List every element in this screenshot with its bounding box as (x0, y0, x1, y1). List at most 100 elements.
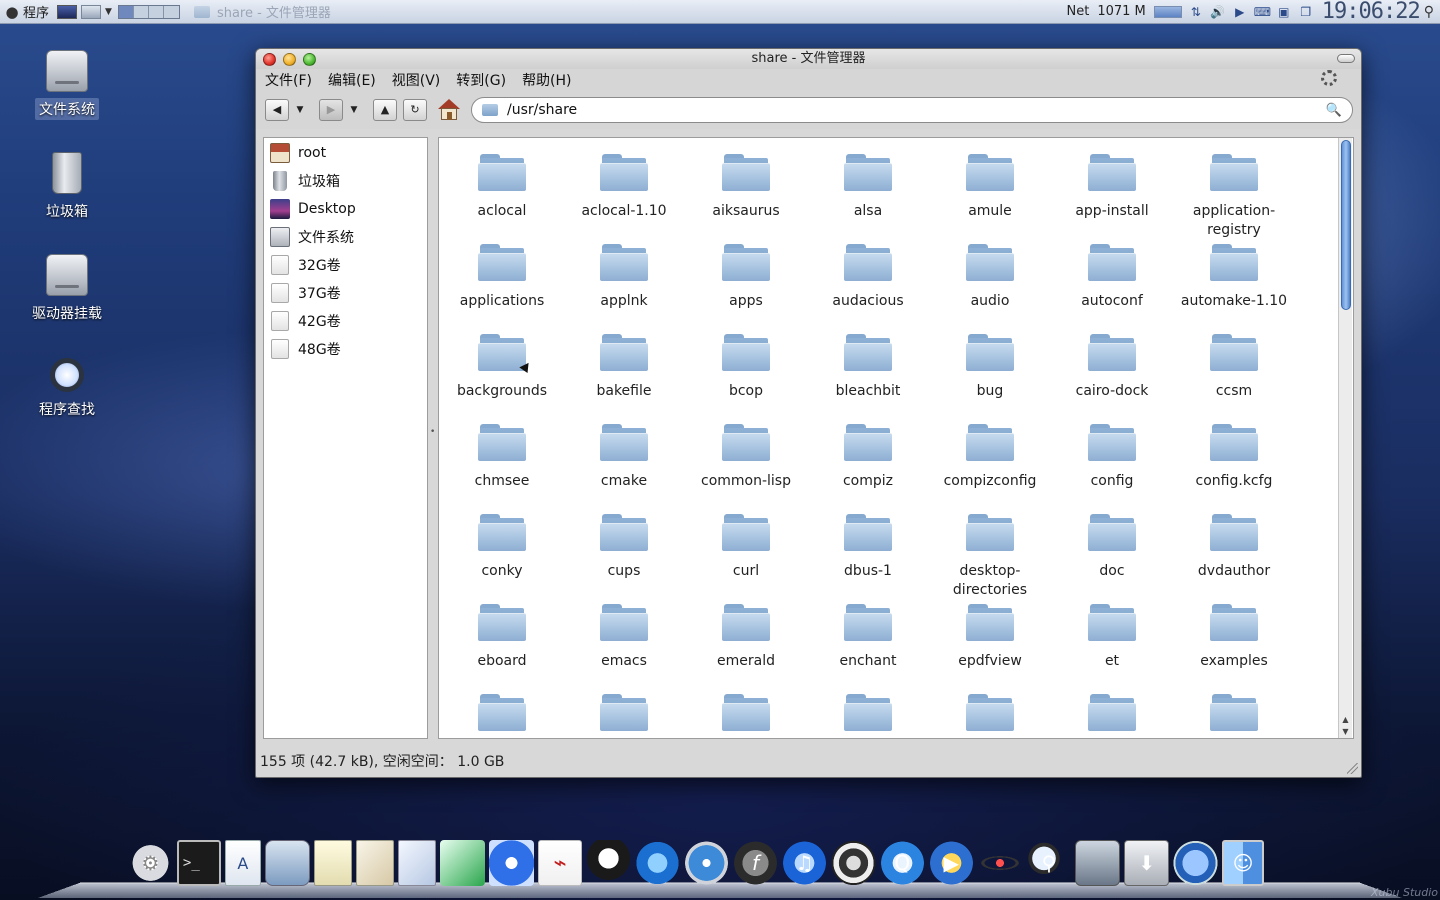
folder-item[interactable]: autoconf (1051, 240, 1173, 330)
menu-help[interactable]: 帮助(H) (522, 70, 571, 90)
sidebar-item[interactable]: 42G卷 (264, 307, 427, 335)
scroll-down-arrow[interactable]: ▼ (1339, 727, 1352, 736)
folder-item[interactable]: emerald (685, 600, 807, 690)
folder-item[interactable]: common-lisp (685, 420, 807, 510)
ie-icon[interactable] (635, 840, 681, 886)
forward-button[interactable]: ▶ (319, 99, 343, 121)
folder-item[interactable]: config.kcfg (1173, 420, 1295, 510)
workspace-2[interactable] (133, 5, 149, 18)
ipod-icon[interactable] (830, 840, 876, 886)
folder-item[interactable]: eboard (441, 600, 563, 690)
search-icon[interactable]: ⚲ (1424, 4, 1434, 20)
folder-item[interactable]: application- registry (1173, 150, 1295, 240)
globe-icon[interactable] (1173, 840, 1219, 886)
windows-icon[interactable]: ❐ (1298, 5, 1314, 19)
pane-splitter[interactable] (428, 137, 438, 739)
minimize-button[interactable] (283, 53, 296, 66)
resize-grip-icon[interactable] (1347, 763, 1358, 774)
desktop-icon-trash[interactable]: 垃圾箱 (12, 152, 122, 222)
location-path[interactable]: /usr/share (507, 102, 1326, 118)
play-icon[interactable]: ▶ (1232, 5, 1248, 19)
folder-item[interactable]: compizconfig (929, 420, 1051, 510)
folder-item[interactable] (1051, 690, 1173, 738)
menu-go[interactable]: 转到(G) (456, 70, 506, 90)
folder-item[interactable]: aiksaurus (685, 150, 807, 240)
sidebar-item[interactable]: 文件系统 (264, 223, 427, 251)
folder-item[interactable]: applnk (563, 240, 685, 330)
feather-icon[interactable] (439, 840, 485, 886)
folder-item[interactable]: alsa (807, 150, 929, 240)
folder-item[interactable]: cups (563, 510, 685, 600)
pdf-icon[interactable]: ⌁ (537, 840, 583, 886)
folder-item[interactable]: apps (685, 240, 807, 330)
preview-icon[interactable] (264, 840, 310, 886)
folder-item[interactable] (685, 690, 807, 738)
folder-item[interactable]: audacious (807, 240, 929, 330)
network-graph-icon[interactable] (1153, 5, 1182, 18)
folder-item[interactable]: automake-1.10 (1173, 240, 1295, 330)
folder-item[interactable]: cmake (563, 420, 685, 510)
workspace-1[interactable] (118, 5, 134, 18)
folder-item[interactable]: aclocal (441, 150, 563, 240)
folder-item[interactable]: config (1051, 420, 1173, 510)
search-icon[interactable]: ⚲ (1026, 840, 1072, 886)
sidebar-item[interactable]: Desktop (264, 195, 427, 223)
sidebar-item[interactable]: 37G卷 (264, 279, 427, 307)
folder-item[interactable]: examples (1173, 600, 1295, 690)
folder-item[interactable] (807, 690, 929, 738)
home-button[interactable] (437, 98, 461, 122)
folder-item[interactable]: enchant (807, 600, 929, 690)
flash-icon[interactable]: f (733, 840, 779, 886)
clock[interactable]: 19:06:22 (1322, 0, 1421, 24)
folder-item[interactable] (563, 690, 685, 738)
chevron-down-icon[interactable]: ▼ (105, 7, 112, 17)
close-button[interactable] (263, 53, 276, 66)
menu-edit[interactable]: 编辑(E) (328, 70, 376, 90)
finder-icon[interactable]: ☺ (1222, 840, 1265, 886)
text-editor-icon[interactable]: A (224, 840, 261, 886)
folder-item[interactable]: aclocal-1.10 (563, 150, 685, 240)
back-button[interactable]: ◀ (265, 99, 289, 121)
search-icon[interactable]: 🔍 (1326, 103, 1342, 118)
keyboard-icon[interactable]: ⌨ (1254, 5, 1271, 19)
workspace-switcher[interactable] (117, 4, 180, 19)
sidebar-item[interactable]: 48G卷 (264, 335, 427, 363)
player-icon[interactable]: ▶ (928, 840, 974, 886)
qq-icon[interactable] (586, 840, 632, 886)
reload-button[interactable]: ↻ (403, 99, 427, 121)
folder-item[interactable]: amule (929, 150, 1051, 240)
folder-item[interactable]: et (1051, 600, 1173, 690)
menu-view[interactable]: 视图(V) (392, 70, 441, 90)
folder-item[interactable]: dbus-1 (807, 510, 929, 600)
desktop-icon-filesystem[interactable]: 文件系统 (12, 50, 122, 120)
folder-item[interactable] (1173, 690, 1295, 738)
desktop-icon-app-finder[interactable]: 程序查找 (12, 358, 122, 420)
folder-item[interactable]: compiz (807, 420, 929, 510)
folder-item[interactable] (929, 690, 1051, 738)
folder-item[interactable]: ccsm (1173, 330, 1295, 420)
notes-icon[interactable] (313, 840, 352, 886)
folder-item[interactable]: desktop- directories (929, 510, 1051, 600)
up-button[interactable]: ▲ (373, 99, 397, 121)
folder-item[interactable]: bcop (685, 330, 807, 420)
sidebar-item[interactable]: root (264, 139, 427, 167)
settings-icon[interactable]: ⚙ (128, 840, 173, 886)
folder-item[interactable]: bakefile (563, 330, 685, 420)
desktop-icon-drive-mount[interactable]: 驱动器挂载 (12, 254, 122, 324)
folder-item[interactable]: bug (929, 330, 1051, 420)
window-titlebar[interactable]: share - 文件管理器 (256, 49, 1361, 69)
folder-item[interactable]: emacs (563, 600, 685, 690)
draw-icon[interactable] (355, 840, 394, 886)
quicktime-icon[interactable]: Q (879, 840, 925, 886)
workspace-3[interactable] (148, 5, 164, 18)
menu-file[interactable]: 文件(F) (265, 70, 312, 90)
maximize-button[interactable] (303, 53, 316, 66)
flower-icon[interactable] (488, 840, 534, 886)
folder-item[interactable]: curl (685, 510, 807, 600)
scrollbar-thumb[interactable] (1341, 140, 1351, 310)
chart-icon[interactable] (397, 840, 436, 886)
vertical-scrollbar[interactable]: ▲ ▼ (1338, 138, 1352, 738)
folder-item[interactable]: chmsee (441, 420, 563, 510)
folder-item[interactable]: epdfview (929, 600, 1051, 690)
apple-menu-icon[interactable]: ● (3, 3, 21, 21)
